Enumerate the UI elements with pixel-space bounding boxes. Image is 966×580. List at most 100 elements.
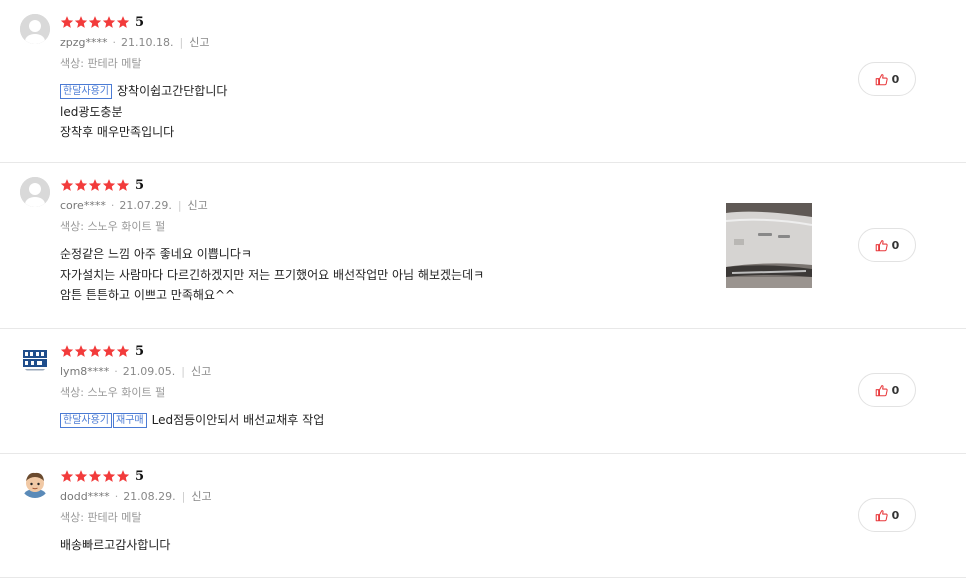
star-icon [60, 15, 74, 29]
rating-score: 5 [135, 468, 145, 484]
report-link[interactable]: 신고 [188, 197, 208, 213]
meta-dot: · [114, 364, 118, 378]
star-rating [60, 178, 130, 192]
review-meta: zpzg**** · 21.10.18. | 신고 [60, 34, 700, 50]
review-body: 5 zpzg**** · 21.10.18. | 신고 색상: 판테라 메탈 한… [60, 13, 700, 143]
star-rating [60, 15, 130, 29]
star-icon [60, 469, 74, 483]
rating-row: 5 [60, 467, 700, 485]
like-button[interactable]: 0 [858, 373, 916, 407]
logo-avatar-icon [20, 343, 50, 373]
character-avatar-icon [20, 468, 50, 498]
review-meta: core**** · 21.07.29. | 신고 [60, 197, 700, 213]
product-option: 색상: 판테라 메탈 [60, 57, 142, 70]
reviewer-id: zpzg**** [60, 35, 108, 49]
review-text: 장착이쉽고간단합니다 [117, 84, 228, 98]
meta-divider: | [179, 35, 184, 49]
review-line: 장착후 매우만족입니다 [60, 125, 175, 139]
review-date: 21.09.05. [122, 364, 176, 378]
meta-dot: · [114, 489, 119, 503]
review-badge: 재구매 [113, 413, 147, 428]
like-button[interactable]: 0 [858, 228, 916, 262]
star-icon [88, 344, 102, 358]
meta-divider: | [177, 198, 182, 212]
star-icon [102, 469, 116, 483]
review-content: 한달사용기 재구매 Led점등이안되서 배선교채후 작업 [60, 410, 700, 431]
thumbs-up-icon [875, 509, 888, 522]
rating-row: 5 [60, 176, 700, 194]
rating-row: 5 [60, 13, 700, 31]
review-line: 한달사용기 장착이쉽고간단합니다 [60, 81, 700, 102]
review-meta: lym8**** · 21.09.05. | 신고 [60, 363, 700, 379]
reviewer-id: dodd**** [60, 489, 110, 503]
star-icon [88, 15, 102, 29]
like-count: 0 [891, 383, 900, 397]
star-icon [116, 178, 130, 192]
report-link[interactable]: 신고 [189, 34, 209, 50]
thumbs-up-icon [875, 73, 888, 86]
product-option: 색상: 스노우 화이트 펄 [60, 220, 166, 233]
product-option: 색상: 판테라 메탈 [60, 511, 142, 524]
review-body: 5 dodd**** · 21.08.29. | 신고 색상: 판테라 메탈 배… [60, 467, 700, 556]
review-content: 배송빠르고감사합니다 [60, 535, 700, 556]
review-date: 21.08.29. [123, 489, 176, 503]
star-rating [60, 469, 130, 483]
meta-dot: · [112, 35, 117, 49]
report-link[interactable]: 신고 [191, 488, 211, 504]
like-count: 0 [891, 238, 900, 252]
like-button[interactable]: 0 [858, 62, 916, 96]
star-rating [60, 344, 130, 358]
review-line: led광도충분 [60, 104, 123, 119]
star-icon [88, 469, 102, 483]
rating-score: 5 [135, 343, 145, 359]
report-link[interactable]: 신고 [191, 363, 211, 379]
rating-row: 5 [60, 342, 700, 360]
reviewer-id: lym8**** [60, 364, 110, 378]
default-avatar-icon [20, 177, 50, 207]
review-body: 5 lym8**** · 21.09.05. | 신고 색상: 스노우 화이트 … [60, 342, 700, 431]
rating-score: 5 [135, 177, 145, 193]
star-icon [88, 178, 102, 192]
review-item: 5 core**** · 21.07.29. | 신고 색상: 스노우 화이트 … [0, 163, 966, 329]
like-button[interactable]: 0 [858, 498, 916, 532]
review-date: 21.10.18. [121, 35, 174, 49]
meta-dot: · [110, 198, 115, 212]
default-avatar-icon [20, 14, 50, 44]
review-meta: dodd**** · 21.08.29. | 신고 [60, 488, 700, 504]
thumbs-up-icon [875, 384, 888, 397]
star-icon [102, 15, 116, 29]
review-text: Led점등이안되서 배선교채후 작업 [151, 413, 325, 427]
review-badge: 한달사용기 [60, 413, 112, 428]
review-body: 5 core**** · 21.07.29. | 신고 색상: 스노우 화이트 … [60, 176, 700, 306]
like-count: 0 [891, 508, 900, 522]
product-option: 색상: 스노우 화이트 펄 [60, 386, 166, 399]
star-icon [60, 178, 74, 192]
star-icon [74, 15, 88, 29]
like-count: 0 [891, 72, 900, 86]
review-item: 5 dodd**** · 21.08.29. | 신고 색상: 판테라 메탈 배… [0, 454, 966, 578]
reviewer-id: core**** [60, 198, 106, 212]
review-list: 5 zpzg**** · 21.10.18. | 신고 색상: 판테라 메탈 한… [0, 0, 966, 580]
thumbs-up-icon [875, 239, 888, 252]
review-line: 한달사용기 재구매 Led점등이안되서 배선교채후 작업 [60, 410, 700, 431]
review-item: 5 zpzg**** · 21.10.18. | 신고 색상: 판테라 메탈 한… [0, 0, 966, 163]
star-icon [116, 469, 130, 483]
review-line: 자가설치는 사람마다 다르긴하겠지만 저는 프기했어요 배선작업만 아님 해보겠… [60, 267, 485, 282]
star-icon [74, 469, 88, 483]
star-icon [74, 178, 88, 192]
star-icon [102, 178, 116, 192]
star-icon [116, 344, 130, 358]
star-icon [60, 344, 74, 358]
review-line: 암튼 튼튼하고 이쁘고 만족해요^^ [60, 288, 236, 302]
review-content: 한달사용기 장착이쉽고간단합니다 led광도충분 장착후 매우만족입니다 [60, 81, 700, 143]
star-icon [102, 344, 116, 358]
review-content: 순정같은 느낌 아주 좋네요 이쁩니다ㅋ 자가설치는 사람마다 다르긴하겠지만 … [60, 244, 700, 306]
review-date: 21.07.29. [119, 198, 172, 212]
review-photo[interactable] [726, 203, 812, 288]
review-line: 순정같은 느낌 아주 좋네요 이쁩니다ㅋ [60, 247, 252, 261]
meta-divider: | [181, 489, 186, 503]
meta-divider: | [181, 364, 185, 378]
star-icon [74, 344, 88, 358]
review-line: 배송빠르고감사합니다 [60, 538, 171, 552]
star-icon [116, 15, 130, 29]
